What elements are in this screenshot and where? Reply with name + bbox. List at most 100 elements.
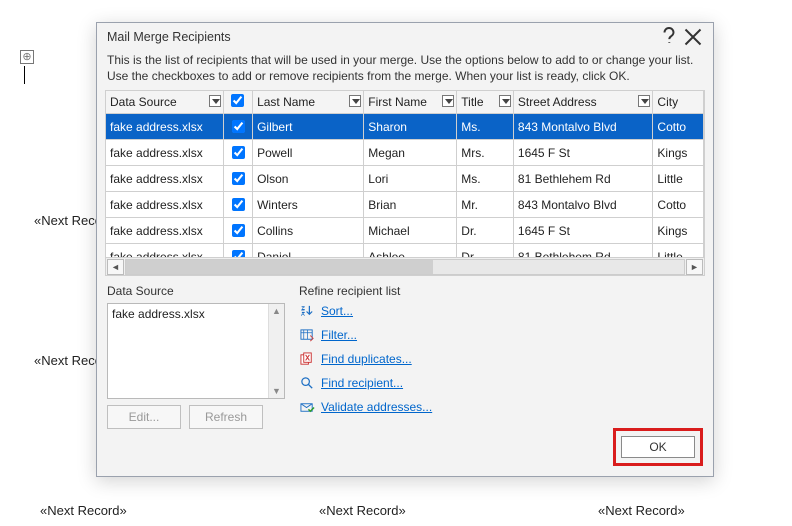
col-title[interactable]: Title [457, 91, 514, 114]
cell-title: Mr. [457, 192, 514, 218]
sort-icon: AZ [299, 303, 315, 319]
chevron-down-icon[interactable] [638, 95, 650, 107]
cell-last-name: Winters [253, 192, 364, 218]
insert-table-marker: ⊕ [20, 50, 34, 64]
table-row[interactable]: fake address.xlsxGilbertSharonMs.843 Mon… [106, 114, 704, 140]
bg-next-record-5: «Next Record» [598, 503, 685, 518]
cell-title: Mrs. [457, 140, 514, 166]
find-recipient-link[interactable]: Find recipient... [321, 376, 403, 390]
filter-icon [299, 327, 315, 343]
cell-street: 81 Bethlehem Rd [513, 166, 653, 192]
duplicates-icon [299, 351, 315, 367]
row-checkbox[interactable] [232, 120, 245, 133]
cell-street: 843 Montalvo Blvd [513, 114, 653, 140]
cell-street: 1645 F St [513, 140, 653, 166]
cell-first-name: Brian [364, 192, 457, 218]
cell-street: 1645 F St [513, 218, 653, 244]
svg-text:A: A [300, 312, 304, 318]
select-all-checkbox[interactable] [231, 94, 244, 107]
col-street-address[interactable]: Street Address [513, 91, 653, 114]
table-row[interactable]: fake address.xlsx WintersBrianMr.843 Mont… [106, 192, 704, 218]
data-source-item[interactable]: fake address.xlsx [112, 307, 280, 321]
recipients-grid[interactable]: Data Source Last Name First Name Title S… [105, 90, 705, 276]
cell-title: Ms. [457, 114, 514, 140]
cell-city: Cotto [653, 192, 704, 218]
validate-icon [299, 399, 315, 415]
cell-city: Kings [653, 140, 704, 166]
data-source-list[interactable]: fake address.xlsx ▲▼ [107, 303, 285, 399]
find-duplicates-link[interactable]: Find duplicates... [321, 352, 412, 366]
cell-first-name: Sharon [364, 114, 457, 140]
cell-checkbox[interactable] [223, 192, 252, 218]
grid-horizontal-scrollbar[interactable]: ◄ ► [106, 257, 704, 275]
list-vertical-scrollbar[interactable]: ▲▼ [268, 304, 284, 398]
cell-first-name: Michael [364, 218, 457, 244]
cell-data-source: fake address.xlsx [106, 192, 223, 218]
chevron-down-icon[interactable] [349, 95, 361, 107]
cell-checkbox[interactable] [223, 166, 252, 192]
chevron-down-icon[interactable] [209, 95, 221, 107]
table-row[interactable]: fake address.xlsx PowellMeganMrs.1645 F S… [106, 140, 704, 166]
table-row[interactable]: fake address.xlsx CollinsMichaelDr.1645 F… [106, 218, 704, 244]
cell-checkbox[interactable] [223, 114, 252, 140]
cell-city: Little [653, 166, 704, 192]
refine-label: Refine recipient list [299, 284, 703, 298]
row-checkbox[interactable] [232, 146, 245, 159]
grid-header-row: Data Source Last Name First Name Title S… [106, 91, 704, 114]
intro-line-2: Use the checkboxes to add or remove reci… [107, 69, 703, 85]
bg-next-record-4: «Next Record» [319, 503, 406, 518]
dialog-titlebar: Mail Merge Recipients [97, 23, 713, 51]
chevron-down-icon[interactable] [499, 95, 511, 107]
edit-datasource-button[interactable]: Edit... [107, 405, 181, 429]
col-select-all[interactable] [223, 91, 252, 114]
cell-first-name: Megan [364, 140, 457, 166]
dialog-intro: This is the list of recipients that will… [97, 51, 713, 90]
filter-link[interactable]: Filter... [321, 328, 357, 342]
data-source-label: Data Source [107, 284, 285, 298]
cell-title: Dr. [457, 218, 514, 244]
refine-panel: Refine recipient list AZ Sort... Filter.… [299, 284, 703, 429]
cell-last-name: Gilbert [253, 114, 364, 140]
col-first-name[interactable]: First Name [364, 91, 457, 114]
chevron-down-icon[interactable] [442, 95, 454, 107]
cell-title: Ms. [457, 166, 514, 192]
cell-last-name: Olson [253, 166, 364, 192]
dialog-title: Mail Merge Recipients [107, 30, 657, 44]
row-checkbox[interactable] [232, 172, 245, 185]
close-button[interactable] [681, 26, 705, 48]
row-checkbox[interactable] [232, 198, 245, 211]
cell-city: Kings [653, 218, 704, 244]
sort-link[interactable]: Sort... [321, 304, 353, 318]
row-checkbox[interactable] [232, 224, 245, 237]
cell-data-source: fake address.xlsx [106, 166, 223, 192]
ok-button[interactable]: OK [621, 436, 695, 458]
refresh-datasource-button[interactable]: Refresh [189, 405, 263, 429]
text-cursor [24, 66, 25, 84]
scroll-left-arrow[interactable]: ◄ [107, 259, 124, 275]
validate-addresses-link[interactable]: Validate addresses... [321, 400, 432, 414]
scroll-track[interactable] [125, 259, 685, 275]
find-recipient-icon [299, 375, 315, 391]
ok-button-highlight: OK [613, 428, 703, 466]
cell-last-name: Collins [253, 218, 364, 244]
scroll-thumb[interactable] [126, 260, 433, 274]
scroll-right-arrow[interactable]: ► [686, 259, 703, 275]
col-data-source[interactable]: Data Source [106, 91, 223, 114]
cell-data-source: fake address.xlsx [106, 140, 223, 166]
cell-first-name: Lori [364, 166, 457, 192]
cell-street: 843 Montalvo Blvd [513, 192, 653, 218]
data-source-panel: Data Source fake address.xlsx ▲▼ Edit...… [107, 284, 285, 429]
cell-last-name: Powell [253, 140, 364, 166]
cell-checkbox[interactable] [223, 140, 252, 166]
table-row[interactable]: fake address.xlsx OlsonLoriMs.81 Bethlehe… [106, 166, 704, 192]
col-last-name[interactable]: Last Name [253, 91, 364, 114]
bg-next-record-3: «Next Record» [40, 503, 127, 518]
intro-line-1: This is the list of recipients that will… [107, 53, 703, 69]
help-button[interactable] [657, 26, 681, 48]
cell-checkbox[interactable] [223, 218, 252, 244]
cell-data-source: fake address.xlsx [106, 218, 223, 244]
svg-text:Z: Z [300, 306, 304, 312]
cell-city: Cotto [653, 114, 704, 140]
col-city[interactable]: City [653, 91, 704, 114]
mail-merge-recipients-dialog: Mail Merge Recipients This is the list o… [96, 22, 714, 477]
